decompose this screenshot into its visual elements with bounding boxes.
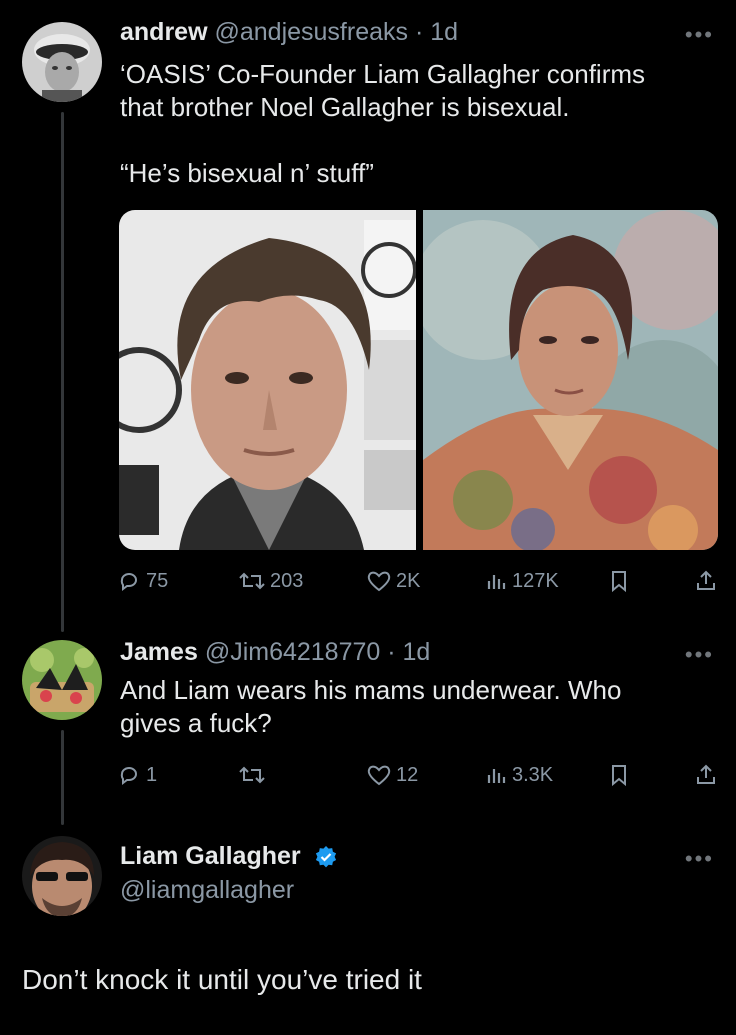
views-count: 127K (512, 569, 559, 592)
views-button[interactable]: 127K (486, 566, 559, 596)
heart-icon (367, 571, 391, 592)
tweet-text-line: gives a fuck? (120, 708, 272, 738)
views-icon (487, 769, 506, 783)
avatar[interactable] (22, 640, 102, 720)
share-button[interactable] (694, 760, 718, 790)
more-icon[interactable]: ••• (685, 22, 714, 48)
separator-dot: · (408, 18, 431, 46)
tweet-header: James @Jim64218770 · 1d (120, 638, 430, 667)
repost-icon (239, 766, 265, 784)
timestamp[interactable]: 1d (430, 18, 458, 46)
tweet-text: ‘OASIS’ Co-Founder Liam Gallagher confir… (120, 58, 645, 190)
tweet-header: Liam Gallagher (120, 842, 338, 871)
user-handle[interactable]: @Jim64218770 (205, 638, 381, 666)
repost-count: 203 (270, 569, 304, 592)
user-handle[interactable]: @andjesusfreaks (214, 18, 408, 46)
reply-button[interactable]: 1 (118, 760, 157, 790)
display-name[interactable]: Liam Gallagher (120, 842, 301, 870)
avatar[interactable] (22, 22, 102, 102)
thread-line (61, 730, 64, 825)
tweet-text-line: And Liam wears his mams underwear. Who (120, 675, 622, 705)
views-icon (487, 575, 506, 589)
like-button[interactable]: 12 (366, 760, 418, 790)
photo-noel[interactable] (119, 210, 416, 550)
thread-line (61, 112, 64, 632)
bookmark-icon (612, 571, 626, 593)
tweet-text-line: ‘OASIS’ Co-Founder Liam Gallagher confir… (120, 59, 646, 89)
reply-count: 1 (146, 763, 158, 786)
views-button[interactable]: 3.3K (486, 760, 553, 790)
tweet-text: Don’t knock it until you’ve tried it (22, 964, 422, 995)
bookmark-icon (612, 765, 626, 787)
tweet-text-line: that brother Noel Gallagher is bisexual. (120, 92, 570, 122)
repost-button[interactable]: 203 (238, 566, 303, 596)
more-icon[interactable]: ••• (685, 642, 714, 668)
verified-badge-icon (315, 846, 336, 868)
more-icon[interactable]: ••• (685, 846, 714, 872)
tweet-text: And Liam wears his mams underwear. Who g… (120, 674, 621, 740)
bookmark-button[interactable] (608, 566, 630, 596)
tweet-quote-line: “He’s bisexual n’ stuff” (120, 158, 374, 188)
timestamp[interactable]: 1d (403, 638, 431, 666)
like-count: 2K (396, 569, 421, 592)
tweet-actions: 1 12 3.3K (118, 760, 718, 790)
tweet-actions: 75 203 2K 127K (118, 566, 718, 596)
repost-icon (239, 572, 265, 590)
display-name[interactable]: andrew (120, 18, 208, 46)
reply-icon (120, 767, 137, 785)
share-icon (697, 764, 715, 784)
separator-dot: · (380, 638, 403, 666)
reply-count: 75 (146, 569, 169, 592)
heart-icon (367, 765, 391, 786)
like-button[interactable]: 2K (366, 566, 420, 596)
reply-icon (120, 573, 137, 591)
avatar[interactable] (22, 836, 102, 916)
user-handle[interactable]: @liamgallagher (120, 876, 294, 905)
bookmark-button[interactable] (608, 760, 630, 790)
tweet-header: andrew @andjesusfreaks · 1d (120, 18, 458, 47)
photo-liam[interactable] (423, 210, 718, 550)
repost-button[interactable] (238, 760, 270, 790)
like-count: 12 (396, 763, 419, 786)
display-name[interactable]: James (120, 638, 198, 666)
views-count: 3.3K (512, 763, 554, 786)
reply-button[interactable]: 75 (118, 566, 168, 596)
share-button[interactable] (694, 566, 718, 596)
share-icon (697, 570, 715, 590)
